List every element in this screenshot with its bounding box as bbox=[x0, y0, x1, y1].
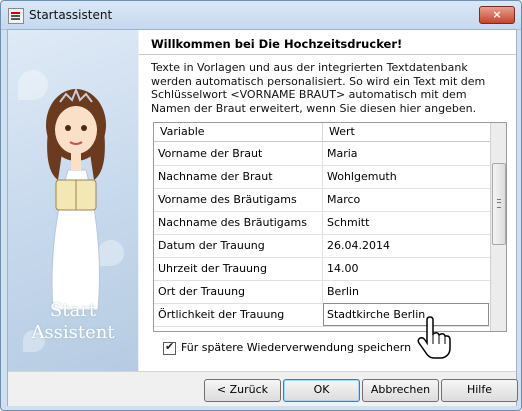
table-row[interactable]: Ort der Trauung Berlin bbox=[154, 280, 491, 304]
grip-icon bbox=[497, 199, 501, 208]
divider bbox=[139, 54, 516, 55]
description-text: Texte in Vorlagen und aus der integriert… bbox=[151, 61, 486, 115]
hand-cursor-icon bbox=[417, 316, 451, 359]
dialog-body: Start Assistent Willkommen bei Die Hochz… bbox=[7, 29, 518, 406]
table-scrollbar[interactable] bbox=[490, 123, 506, 331]
table-header: Variable Wert bbox=[154, 123, 491, 142]
sidebar-label-assistent: Assistent bbox=[31, 322, 115, 343]
variable-cell: Ort der Trauung bbox=[158, 285, 246, 298]
table-row[interactable]: Vorname des Bräutigams Marco bbox=[154, 188, 491, 212]
column-header-variable[interactable]: Variable bbox=[160, 125, 205, 138]
variable-cell: Vorname der Braut bbox=[158, 147, 263, 160]
value-cell[interactable]: 26.04.2014 bbox=[327, 239, 390, 252]
startassistent-window: Startassistent × Start Assistent Willkom… bbox=[0, 0, 522, 411]
table-row[interactable]: Datum der Trauung 26.04.2014 bbox=[154, 234, 491, 258]
variable-cell: Vorname des Bräutigams bbox=[158, 193, 297, 206]
table-row[interactable]: Nachname des Bräutigams Schmitt bbox=[154, 211, 491, 235]
help-button[interactable]: Hilfe bbox=[441, 379, 518, 402]
table-row[interactable]: Uhrzeit der Trauung 14.00 bbox=[154, 257, 491, 281]
value-cell[interactable]: Stadtkirche Berlin bbox=[327, 308, 425, 321]
sidebar-illustration: Start Assistent bbox=[8, 30, 138, 371]
back-button[interactable]: < Zurück bbox=[204, 379, 281, 402]
button-bar: < Zurück OK Abbrechen Hilfe bbox=[8, 371, 518, 406]
table-row[interactable]: Vorname der Braut Maria bbox=[154, 142, 491, 166]
table-row[interactable]: Nachname der Braut Wohlgemuth bbox=[154, 165, 491, 189]
variables-table: Variable Wert Vorname der Braut Maria Na… bbox=[153, 122, 507, 332]
variable-cell: Nachname des Bräutigams bbox=[158, 216, 307, 229]
value-cell[interactable]: 14.00 bbox=[327, 262, 359, 275]
variable-cell: Nachname der Braut bbox=[158, 170, 273, 183]
scrollbar-thumb[interactable] bbox=[492, 163, 506, 245]
value-cell[interactable]: Maria bbox=[327, 147, 358, 160]
save-checkbox-label[interactable]: Für spätere Wiederverwendung speichern bbox=[181, 341, 411, 354]
value-cell[interactable]: Wohlgemuth bbox=[327, 170, 397, 183]
variable-cell: Örtlichkeit der Trauung bbox=[158, 308, 285, 321]
value-cell[interactable]: Marco bbox=[327, 193, 360, 206]
column-header-wert[interactable]: Wert bbox=[329, 125, 355, 138]
save-checkbox[interactable] bbox=[163, 340, 176, 355]
variable-cell: Uhrzeit der Trauung bbox=[158, 262, 267, 275]
variable-cell: Datum der Trauung bbox=[158, 239, 265, 252]
column-divider[interactable] bbox=[322, 123, 323, 141]
cancel-button[interactable]: Abbrechen bbox=[362, 379, 439, 402]
window-title: Startassistent bbox=[29, 8, 113, 22]
value-cell[interactable]: Schmitt bbox=[327, 216, 369, 229]
ok-button[interactable]: OK bbox=[283, 379, 360, 402]
title-bar[interactable]: Startassistent × bbox=[1, 1, 521, 30]
page-title: Willkommen bei Die Hochzeitsdrucker! bbox=[151, 37, 403, 51]
value-cell[interactable]: Berlin bbox=[327, 285, 359, 298]
sidebar-label-start: Start bbox=[49, 300, 97, 321]
close-button[interactable]: × bbox=[479, 6, 515, 24]
content-panel: Willkommen bei Die Hochzeitsdrucker! Tex… bbox=[139, 30, 516, 371]
app-icon bbox=[8, 8, 24, 24]
